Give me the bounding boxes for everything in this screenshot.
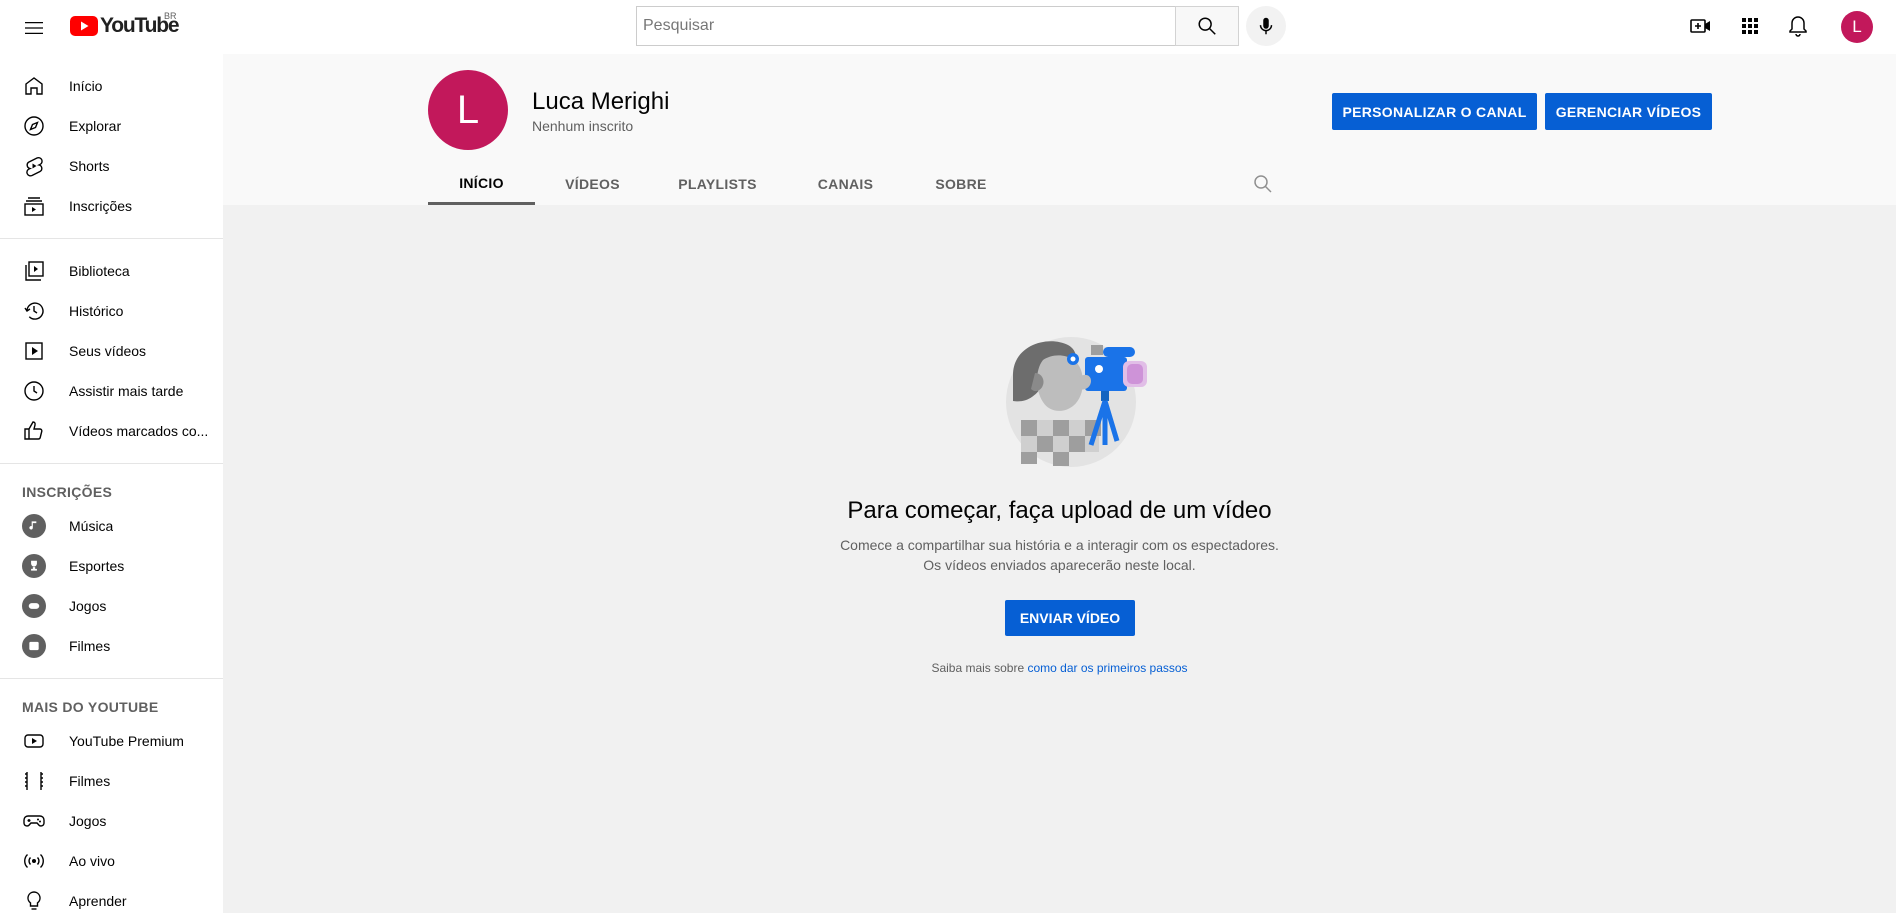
- sidebar-item-films[interactable]: Filmes: [0, 761, 223, 801]
- learn-more-text: Saiba mais sobre como dar os primeiros p…: [223, 661, 1896, 675]
- sidebar-item-history[interactable]: Histórico: [0, 291, 223, 331]
- sidebar-item-label: Biblioteca: [69, 263, 130, 279]
- sidebar-item-your-videos[interactable]: Seus vídeos: [0, 331, 223, 371]
- history-icon: [22, 299, 46, 323]
- live-icon: [22, 849, 46, 873]
- channel-search-icon[interactable]: [1251, 172, 1275, 196]
- sidebar-item-label: Início: [69, 78, 103, 94]
- top-bar: YouTube BR L: [0, 0, 1896, 54]
- sidebar-item-label: Jogos: [69, 813, 107, 829]
- sidebar-item-live[interactable]: Ao vivo: [0, 841, 223, 881]
- sidebar-item-games[interactable]: Jogos: [0, 801, 223, 841]
- channel-empty-state: Para começar, faça upload de um vídeo Co…: [223, 205, 1896, 913]
- upload-video-button[interactable]: ENVIAR VÍDEO: [1005, 600, 1135, 636]
- sidebar-item-explore[interactable]: Explorar: [0, 106, 223, 146]
- sidebar-item-label: Shorts: [69, 158, 110, 174]
- sidebar-item-learning[interactable]: Aprender: [0, 881, 223, 913]
- sidebar-more-section: MAIS DO YOUTUBE YouTube Premium Filmes J…: [0, 679, 223, 913]
- youtube-play-icon: [70, 16, 98, 36]
- sidebar-library-section: Biblioteca Histórico Seus vídeos Assisti…: [0, 239, 223, 464]
- sidebar-item-sports[interactable]: Esportes: [0, 546, 223, 586]
- gamepad-icon: [22, 594, 46, 618]
- library-icon: [22, 259, 46, 283]
- sidebar-item-label: Inscrições: [69, 198, 133, 214]
- sidebar-item-label: Jogos: [69, 598, 107, 614]
- sidebar-item-subscriptions[interactable]: Inscrições: [0, 186, 223, 226]
- search-icon: [1198, 17, 1216, 35]
- sidebar-item-gaming[interactable]: Jogos: [0, 586, 223, 626]
- compass-icon: [22, 114, 46, 138]
- youtube-logo[interactable]: YouTube BR: [70, 11, 180, 38]
- sidebar-item-label: Música: [69, 518, 114, 534]
- sidebar-item-label: Filmes: [69, 773, 111, 789]
- search-button[interactable]: [1175, 6, 1239, 46]
- tab-channels[interactable]: CANAIS: [785, 163, 906, 205]
- sidebar-item-music[interactable]: Música: [0, 506, 223, 546]
- sidebar-item-liked-videos[interactable]: Vídeos marcados co...: [0, 411, 223, 451]
- country-code: BR: [164, 11, 177, 21]
- learn-more-prefix: Saiba mais sobre: [931, 661, 1028, 675]
- film-strip-icon: [22, 769, 46, 793]
- tab-playlists[interactable]: PLAYLISTS: [650, 163, 785, 205]
- sidebar-item-label: Ao vivo: [69, 853, 115, 869]
- subscriber-count: Nenhum inscrito: [532, 118, 634, 134]
- subscriptions-icon: [22, 194, 46, 218]
- account-avatar[interactable]: L: [1841, 11, 1873, 43]
- sidebar-item-label: Filmes: [69, 638, 111, 654]
- thumb-up-icon: [22, 419, 46, 443]
- sidebar-item-label: Seus vídeos: [69, 343, 147, 359]
- sidebar-item-youtube-premium[interactable]: YouTube Premium: [0, 721, 223, 761]
- menu-icon[interactable]: [22, 16, 46, 40]
- sidebar-item-label: YouTube Premium: [69, 733, 184, 749]
- creator-camera-illustration: [1003, 325, 1163, 470]
- sidebar-item-movies[interactable]: Filmes: [0, 626, 223, 666]
- tab-home[interactable]: INÍCIO: [428, 163, 535, 205]
- sidebar-item-home[interactable]: Início: [0, 66, 223, 106]
- gaming-icon: [22, 809, 46, 833]
- film-icon: [22, 634, 46, 658]
- empty-state-description: Comece a compartilhar sua história e a i…: [840, 537, 1279, 573]
- voice-search-button[interactable]: [1246, 6, 1286, 46]
- search-input[interactable]: [636, 6, 1175, 46]
- sidebar-main-section: Início Explorar Shorts Inscrições: [0, 54, 223, 239]
- notifications-icon[interactable]: [1786, 14, 1810, 38]
- sidebar-item-label: Esportes: [69, 558, 125, 574]
- home-icon: [22, 74, 46, 98]
- apps-icon[interactable]: [1738, 14, 1762, 38]
- lightbulb-icon: [22, 889, 46, 913]
- sidebar: Início Explorar Shorts Inscrições Biblio…: [0, 54, 223, 913]
- sidebar-item-watch-later[interactable]: Assistir mais tarde: [0, 371, 223, 411]
- music-icon: [22, 514, 46, 538]
- sidebar-item-label: Explorar: [69, 118, 122, 134]
- empty-state-title: Para começar, faça upload de um vídeo: [847, 497, 1272, 524]
- getting-started-link[interactable]: como dar os primeiros passos: [1027, 661, 1187, 675]
- create-video-icon[interactable]: [1689, 14, 1713, 38]
- subscriptions-heading: INSCRIÇÕES: [22, 484, 113, 500]
- more-from-youtube-heading: MAIS DO YOUTUBE: [22, 699, 159, 715]
- sidebar-item-library[interactable]: Biblioteca: [0, 251, 223, 291]
- manage-videos-button[interactable]: GERENCIAR VÍDEOS: [1545, 93, 1712, 130]
- tab-about[interactable]: SOBRE: [906, 163, 1016, 205]
- sidebar-item-label: Aprender: [69, 893, 127, 909]
- customize-channel-button[interactable]: PERSONALIZAR O CANAL: [1332, 93, 1537, 130]
- search-bar: [636, 6, 1239, 46]
- channel-avatar: L: [428, 70, 508, 150]
- shorts-icon: [22, 154, 46, 178]
- sidebar-item-label: Vídeos marcados co...: [69, 423, 209, 439]
- your-videos-icon: [22, 339, 46, 363]
- watch-later-icon: [22, 379, 46, 403]
- sidebar-item-shorts[interactable]: Shorts: [0, 146, 223, 186]
- channel-tabs: INÍCIO VÍDEOS PLAYLISTS CANAIS SOBRE: [428, 163, 1272, 205]
- tab-videos[interactable]: VÍDEOS: [535, 163, 650, 205]
- channel-name: Luca Merighi: [532, 88, 670, 115]
- channel-header: L Luca Merighi Nenhum inscrito PERSONALI…: [223, 54, 1896, 205]
- sidebar-subscriptions-section: INSCRIÇÕES Música Esportes Jogos Filmes: [0, 464, 223, 679]
- trophy-icon: [22, 554, 46, 578]
- sidebar-item-label: Histórico: [69, 303, 124, 319]
- mic-icon: [1259, 17, 1273, 35]
- youtube-premium-icon: [22, 729, 46, 753]
- sidebar-item-label: Assistir mais tarde: [69, 383, 184, 399]
